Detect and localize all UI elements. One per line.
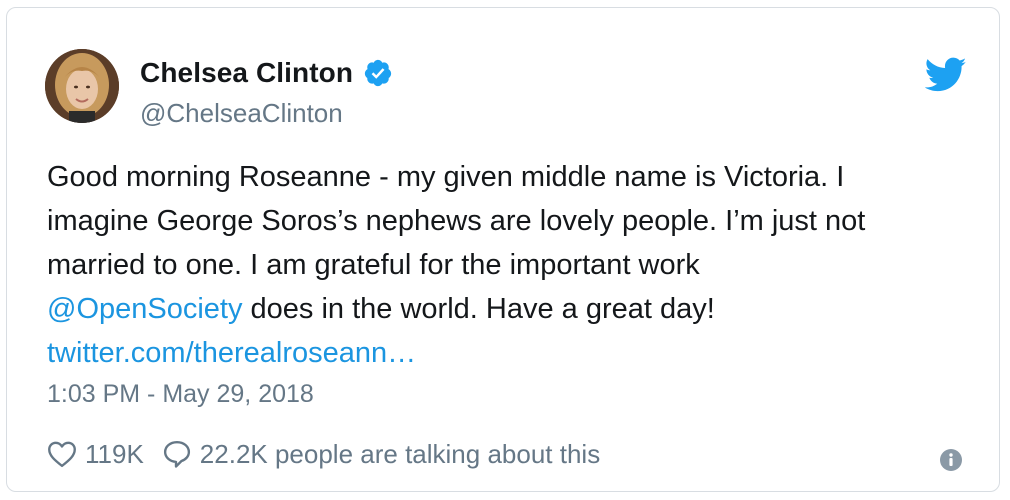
avatar[interactable] bbox=[45, 49, 119, 123]
verified-badge-icon bbox=[364, 59, 392, 87]
like-button[interactable]: 119K bbox=[47, 439, 144, 470]
tweet-actions: 119K 22.2K people are talking about this bbox=[47, 434, 600, 474]
tweet-url-link[interactable]: twitter.com/therealroseann… bbox=[47, 337, 416, 369]
like-count: 119K bbox=[85, 438, 144, 469]
tweet-text-line: Good morning Roseanne - my given middle … bbox=[47, 161, 845, 193]
tweet-text: Good morning Roseanne - my given middle … bbox=[47, 155, 977, 375]
heart-icon bbox=[48, 441, 76, 468]
twitter-bird-icon[interactable] bbox=[925, 57, 967, 93]
info-icon[interactable] bbox=[939, 448, 963, 472]
tweet-timestamp[interactable]: 1:03 PM - May 29, 2018 bbox=[47, 380, 314, 409]
speech-bubble-icon bbox=[163, 440, 190, 468]
tweet-text-segment: does in the world. Have a great day! bbox=[242, 293, 715, 325]
talking-button[interactable]: 22.2K people are talking about this bbox=[162, 439, 600, 470]
tweet-text-line: imagine George Soros’s nephews are lovel… bbox=[47, 205, 866, 237]
author-handle[interactable]: @ChelseaClinton bbox=[140, 98, 343, 129]
tweet-text-line: @OpenSociety does in the world. Have a g… bbox=[47, 287, 977, 331]
tweet-card[interactable]: Chelsea Clinton @ChelseaClinton Good mor… bbox=[6, 7, 1000, 492]
author-name-row[interactable]: Chelsea Clinton bbox=[140, 56, 393, 90]
talking-count: 22.2K people are talking about this bbox=[199, 438, 601, 469]
mention-link[interactable]: @OpenSociety bbox=[47, 293, 242, 325]
avatar-image bbox=[45, 49, 119, 123]
author-name[interactable]: Chelsea Clinton bbox=[140, 57, 353, 89]
tweet-text-line: twitter.com/therealroseann… bbox=[47, 331, 977, 375]
tweet-text-line: married to one. I am grateful for the im… bbox=[47, 249, 700, 281]
